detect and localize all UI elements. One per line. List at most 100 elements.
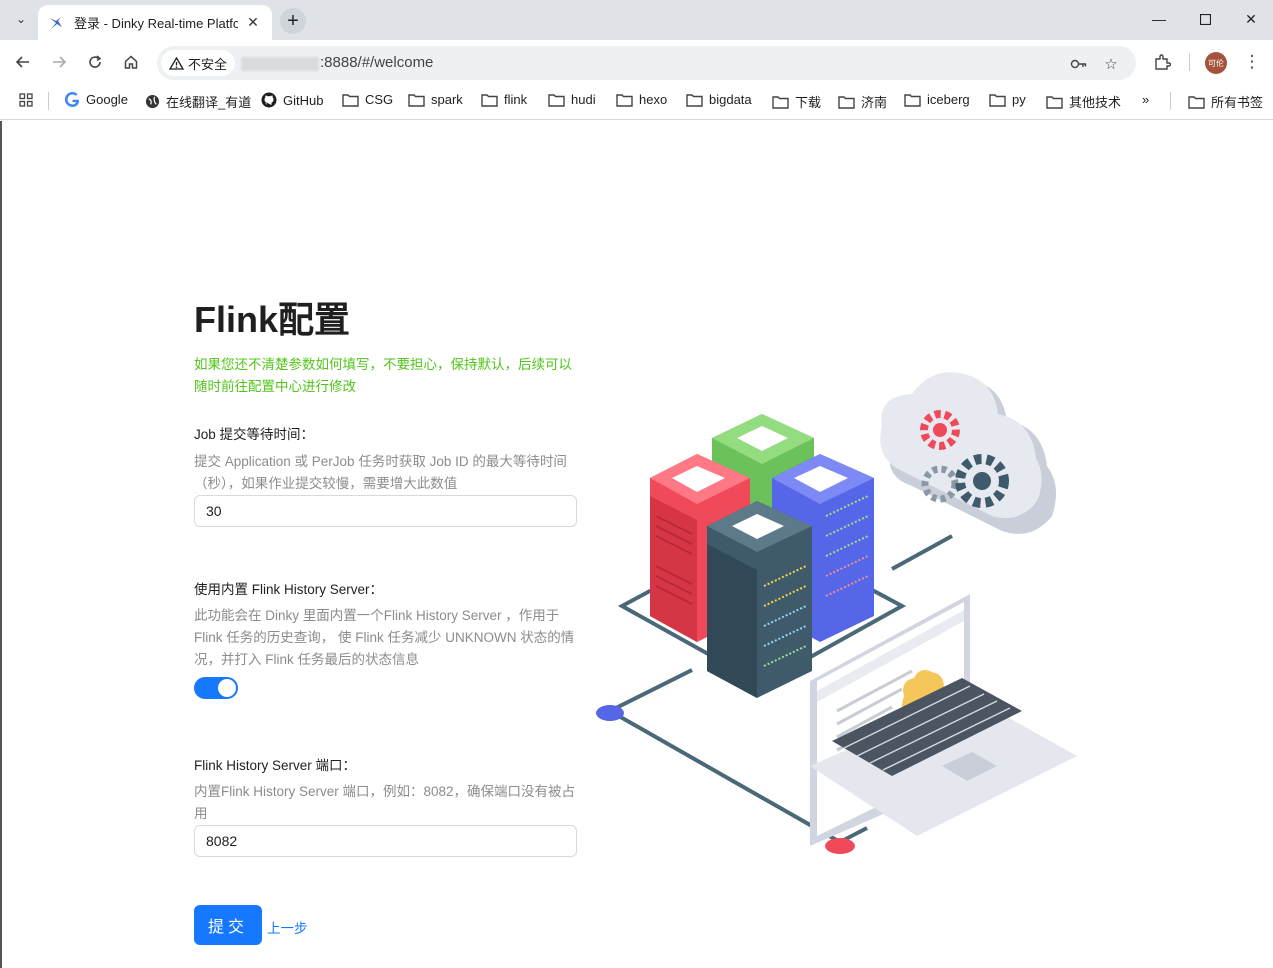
all-bookmarks-folder[interactable]: 所有书签 xyxy=(1188,92,1263,111)
security-label: 不安全 xyxy=(188,56,228,72)
folder-icon xyxy=(686,93,703,107)
home-icon[interactable] xyxy=(119,50,143,74)
submit-button[interactable]: 提交 xyxy=(194,905,262,945)
bookmarks-overflow-button[interactable]: » xyxy=(1142,92,1149,107)
toolbar-divider xyxy=(1189,53,1190,71)
server-cloud-illustration xyxy=(596,372,1077,854)
bookmark-label: 济南 xyxy=(861,95,888,110)
bookmark-star-icon[interactable]: ☆ xyxy=(1101,54,1121,74)
browser-tab[interactable]: 登录 - Dinky Real-time Platfor ✕ xyxy=(38,5,272,40)
folder-icon xyxy=(342,93,359,107)
tab-close-icon[interactable]: ✕ xyxy=(244,14,262,31)
overflow-chevron-icon: » xyxy=(1142,92,1150,107)
folder-icon xyxy=(1046,95,1063,109)
profile-avatar[interactable]: 可伦 xyxy=(1205,52,1227,74)
bookmark-label: 下载 xyxy=(795,95,822,110)
address-bar[interactable]: 不安全 :8888/#/welcome ☆ xyxy=(157,46,1136,80)
bookmark-label: Google xyxy=(86,92,128,107)
google-icon xyxy=(65,92,80,107)
bookmark-label: 所有书签 xyxy=(1211,95,1264,110)
folder-icon xyxy=(481,93,498,107)
bookmark-label: hexo xyxy=(639,92,668,107)
folder-icon xyxy=(838,95,855,109)
bookmark-label: CSG xyxy=(365,92,394,107)
job-wait-description: 提交 Application 或 PerJob 任务时获取 Job ID 的最大… xyxy=(194,454,567,491)
folder-icon xyxy=(772,95,789,109)
bookmarks-bar: Google 在线翻译_有道 GitHub CSG spark flink hu… xyxy=(0,82,1273,120)
password-key-icon[interactable] xyxy=(1069,54,1089,74)
page-title: Flink配置 xyxy=(194,299,351,340)
url-text: :8888/#/welcome xyxy=(320,54,434,71)
server-dark-icon xyxy=(707,501,812,698)
minimize-icon[interactable]: — xyxy=(1148,8,1170,30)
node-blue-icon xyxy=(596,705,624,721)
folder-icon xyxy=(408,93,425,107)
forward-icon[interactable] xyxy=(47,50,71,74)
github-icon xyxy=(261,92,277,108)
laptop-icon xyxy=(810,594,1077,846)
page-content: Flink配置 如果您还不清楚参数如何填写，不要担心，保持默认，后续可以随时前往… xyxy=(0,121,1273,968)
bookmark-folder-spark[interactable]: spark xyxy=(408,92,463,107)
bookmark-label: py xyxy=(1012,92,1026,107)
bookmark-folder-download[interactable]: 下载 xyxy=(772,92,821,111)
dinky-favicon-icon xyxy=(50,16,62,29)
tab-strip: ⌄ 登录 - Dinky Real-time Platfor ✕ + — ✕ xyxy=(0,0,1273,40)
history-port-value: 8082 xyxy=(206,833,238,849)
bookmark-label: 在线翻译_有道 xyxy=(166,95,252,110)
bookmark-folder-csg[interactable]: CSG xyxy=(342,92,393,107)
globe-icon xyxy=(145,94,160,109)
more-menu-icon[interactable]: ⋮ xyxy=(1240,50,1264,74)
bookmark-label: bigdata xyxy=(709,92,752,107)
bookmark-label: iceberg xyxy=(927,92,970,107)
bookmark-label: hudi xyxy=(571,92,596,107)
bookmark-folder-flink[interactable]: flink xyxy=(481,92,527,107)
folder-icon xyxy=(548,93,565,107)
extensions-icon[interactable] xyxy=(1150,50,1174,74)
bookmark-label: 其他技术 xyxy=(1069,95,1122,110)
folder-icon xyxy=(616,93,633,107)
bookmark-github[interactable]: GitHub xyxy=(261,92,323,108)
cloud-gears-icon xyxy=(880,372,1056,534)
folder-icon xyxy=(1188,95,1205,109)
history-server-toggle[interactable] xyxy=(194,677,238,699)
bookmark-youdao[interactable]: 在线翻译_有道 xyxy=(145,92,251,111)
reload-icon[interactable] xyxy=(83,50,107,74)
submit-label: 提交 xyxy=(207,919,248,936)
url-host-redacted xyxy=(241,57,319,71)
hint-text: 如果您还不清楚参数如何填写，不要担心，保持默认，后续可以随时前往配置中心进行修改 xyxy=(194,357,572,394)
new-tab-button[interactable]: + xyxy=(280,8,306,34)
back-icon[interactable] xyxy=(11,50,35,74)
bookmark-folder-hexo[interactable]: hexo xyxy=(616,92,667,107)
bookmark-folder-py[interactable]: py xyxy=(989,92,1026,107)
bookmarks-divider xyxy=(48,92,49,110)
security-chip[interactable]: 不安全 xyxy=(161,50,236,76)
folder-icon xyxy=(989,93,1006,107)
toggle-knob xyxy=(218,679,236,697)
tab-title: 登录 - Dinky Real-time Platfor xyxy=(74,16,238,31)
history-port-description: 内置Flink History Server 端口，例如：8082，确保端口没有… xyxy=(194,784,576,821)
bookmark-label: spark xyxy=(431,92,463,107)
history-port-input[interactable]: 8082 xyxy=(194,825,577,857)
bookmark-folder-iceberg[interactable]: iceberg xyxy=(904,92,970,107)
bookmarks-divider xyxy=(1170,92,1171,110)
warning-icon xyxy=(169,56,184,70)
bookmark-folder-bigdata[interactable]: bigdata xyxy=(686,92,752,107)
job-wait-value: 30 xyxy=(206,503,222,519)
bookmark-google[interactable]: Google xyxy=(65,92,128,107)
folder-icon xyxy=(904,93,921,107)
bookmark-folder-hudi[interactable]: hudi xyxy=(548,92,596,107)
apps-grid-icon[interactable] xyxy=(18,92,40,108)
history-server-description: 此功能会在 Dinky 里面内置一个Flink History Server ，… xyxy=(194,608,575,667)
bookmark-label: flink xyxy=(504,92,528,107)
history-port-label: Flink History Server 端口： xyxy=(194,758,357,773)
window-close-icon[interactable]: ✕ xyxy=(1240,8,1262,30)
job-wait-input[interactable]: 30 xyxy=(194,495,577,527)
bookmark-label: GitHub xyxy=(283,92,324,108)
profile-initials: 可伦 xyxy=(1208,58,1224,68)
previous-step-link[interactable]: 上一步 xyxy=(267,917,308,937)
tab-search-chevron-icon[interactable]: ⌄ xyxy=(10,8,32,30)
bookmark-folder-other-tech[interactable]: 其他技术 xyxy=(1046,92,1121,111)
maximize-icon[interactable] xyxy=(1194,8,1216,30)
bookmark-folder-jinan[interactable]: 济南 xyxy=(838,92,887,111)
job-wait-label: Job 提交等待时间： xyxy=(194,427,315,442)
